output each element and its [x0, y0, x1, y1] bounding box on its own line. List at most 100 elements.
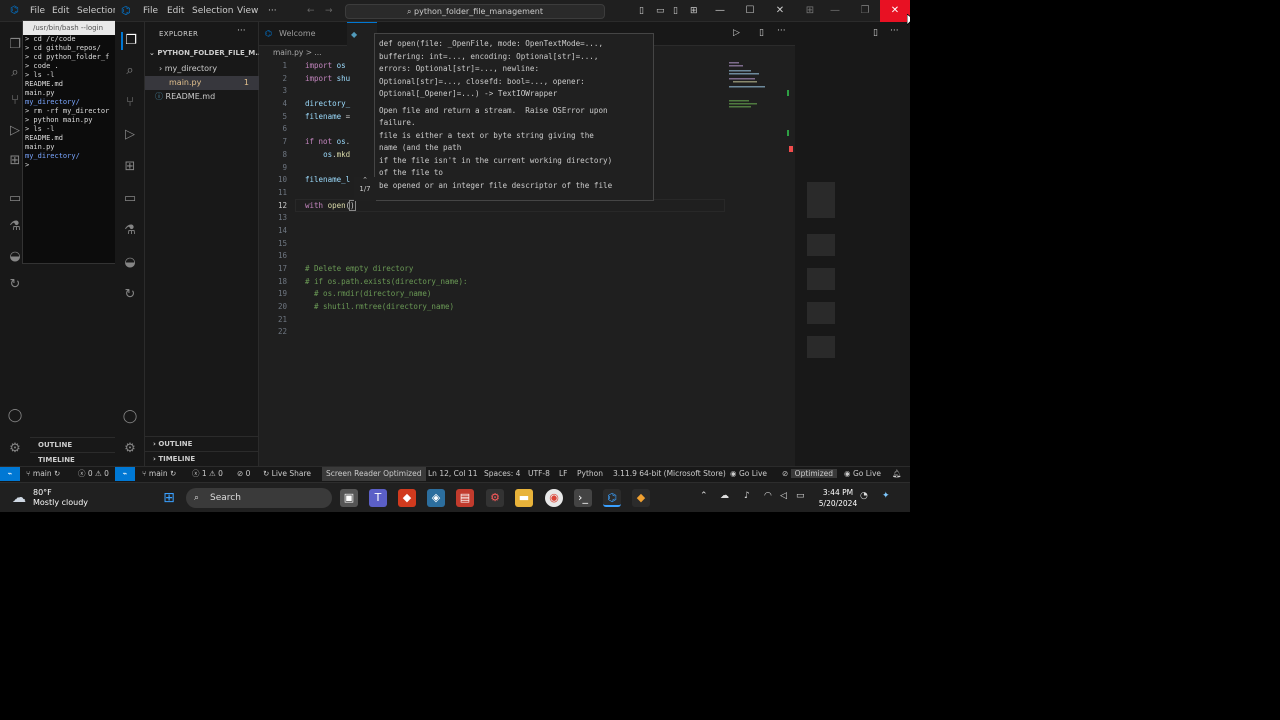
- command-center-search[interactable]: ⌕ python_folder_file_management: [345, 4, 605, 19]
- bg-screen-reader-mode[interactable]: ⊘ Optimized: [782, 467, 838, 481]
- line-number: 8: [282, 149, 287, 159]
- app-icon[interactable]: ◈: [427, 489, 445, 507]
- chrome-icon[interactable]: ◉: [545, 489, 563, 507]
- bg-minimize-icon[interactable]: —: [820, 0, 850, 22]
- live-share-icon[interactable]: ↻: [121, 286, 139, 304]
- bg-more-actions-icon[interactable]: ···: [890, 26, 899, 36]
- file-explorer-icon[interactable]: ▬: [515, 489, 533, 507]
- weather-widget[interactable]: ☁ 80°F Mostly cloudy: [12, 486, 112, 510]
- indentation[interactable]: Spaces: 4: [484, 467, 520, 481]
- go-live-button[interactable]: ◉ Go Live: [730, 467, 767, 481]
- copilot-icon[interactable]: ✦: [882, 491, 890, 501]
- volume-icon[interactable]: ◁: [780, 491, 787, 501]
- language-mode[interactable]: Python: [577, 467, 603, 481]
- account-icon[interactable]: ◯: [121, 408, 139, 426]
- settings-gear-icon[interactable]: ⚙: [6, 440, 24, 458]
- terminal-app-icon[interactable]: ›_: [574, 489, 592, 507]
- project-folder-header[interactable]: ⌄ PYTHON_FOLDER_FILE_M...: [145, 46, 259, 60]
- python-interpreter[interactable]: 3.11.9 64-bit (Microsoft Store): [613, 467, 726, 481]
- testing-icon[interactable]: ⚗: [121, 222, 139, 240]
- file-encoding[interactable]: UTF-8: [528, 467, 550, 481]
- bg-menu-edit[interactable]: Edit: [52, 0, 69, 22]
- taskbar-search[interactable]: ⌕ Search: [186, 488, 332, 508]
- tree-folder-my-directory[interactable]: › my_directory: [145, 62, 259, 76]
- live-share-button[interactable]: ↻ Live Share: [263, 467, 311, 481]
- wifi-icon[interactable]: ◠: [764, 491, 772, 501]
- more-actions-icon[interactable]: ···: [237, 26, 246, 36]
- screen-reader-mode[interactable]: Screen Reader Optimized: [322, 467, 426, 481]
- bg-close-button[interactable]: ✕: [880, 0, 910, 22]
- menu-selection[interactable]: Selection: [192, 0, 233, 22]
- run-debug-icon[interactable]: ▷: [121, 126, 139, 144]
- docker-icon[interactable]: ◒: [121, 254, 139, 272]
- toggle-primary-sidebar-icon[interactable]: ▯: [639, 0, 644, 22]
- menu-file[interactable]: File: [143, 0, 158, 22]
- run-python-icon[interactable]: ▷: [733, 28, 740, 38]
- menu-edit[interactable]: Edit: [167, 0, 184, 22]
- toggle-secondary-sidebar-icon[interactable]: ▯: [673, 0, 678, 22]
- minimap[interactable]: [725, 60, 791, 140]
- search-icon[interactable]: ⌕: [121, 62, 139, 80]
- terminal-line: README.md: [25, 134, 63, 142]
- bg-split-editor-icon[interactable]: ▯: [873, 28, 878, 38]
- customize-layout-icon[interactable]: ⊞: [690, 0, 698, 22]
- problems-indicator[interactable]: ⓧ 1 ⚠ 0: [192, 467, 223, 481]
- task-view-icon[interactable]: ▣: [340, 489, 358, 507]
- toggle-panel-icon[interactable]: ▭: [656, 0, 665, 22]
- error-scroll-marker: [789, 146, 793, 152]
- menu-more[interactable]: ···: [268, 0, 277, 22]
- tree-file-readme[interactable]: ⓘ README.md: [145, 90, 259, 104]
- remote-indicator-icon[interactable]: ⌁: [0, 467, 20, 481]
- minimize-icon[interactable]: —: [705, 0, 735, 22]
- split-editor-icon[interactable]: ▯: [759, 28, 764, 38]
- bg-menu-file[interactable]: File: [30, 0, 45, 22]
- tab-main-py[interactable]: ◆: [347, 22, 377, 46]
- brave-browser-icon[interactable]: ◆: [398, 489, 416, 507]
- more-actions-icon[interactable]: ···: [777, 26, 786, 36]
- microphone-icon[interactable]: ♪: [744, 491, 750, 501]
- settings-app-icon[interactable]: ⚙: [486, 489, 504, 507]
- start-windows-icon[interactable]: ⊞: [160, 489, 178, 507]
- remote-explorer-icon[interactable]: ▭: [121, 190, 139, 208]
- bg-restore-icon[interactable]: ❐: [850, 0, 880, 22]
- notifications-bell-icon[interactable]: 🔔︎: [892, 467, 902, 481]
- battery-icon[interactable]: ▭: [796, 491, 805, 501]
- teams-icon[interactable]: T: [369, 489, 387, 507]
- manage-gear-icon[interactable]: ⚙: [121, 440, 139, 458]
- breadcrumb[interactable]: main.py > ...: [273, 48, 322, 57]
- menu-view[interactable]: View: [237, 0, 258, 22]
- vscode-taskbar-icon[interactable]: ⌬: [603, 489, 621, 507]
- live-share-icon[interactable]: ↻: [6, 276, 24, 294]
- extensions-icon[interactable]: ⊞: [121, 158, 139, 176]
- account-icon[interactable]: ◯: [6, 407, 24, 425]
- taskbar-clock[interactable]: 3:44 PM 5/20/2024: [818, 487, 858, 509]
- terminal-window[interactable]: /usr/bin/bash --login > cd /c/code > cd g…: [22, 20, 116, 264]
- end-of-line[interactable]: LF: [559, 467, 568, 481]
- close-icon[interactable]: ✕: [765, 0, 795, 22]
- bg-branch-indicator[interactable]: ⑂ main ↻: [26, 467, 60, 481]
- bg-menu-selection[interactable]: Selection: [77, 0, 118, 22]
- cursor-position[interactable]: Ln 12, Col 11: [428, 467, 477, 481]
- bg-go-live-button[interactable]: ◉ Go Live: [844, 467, 881, 481]
- timeline-section[interactable]: › TIMELINE: [145, 451, 259, 465]
- tree-file-main-py[interactable]: main.py 1: [145, 76, 259, 90]
- outline-section[interactable]: › OUTLINE: [145, 436, 259, 450]
- back-arrow-icon[interactable]: ←: [307, 0, 315, 22]
- chevron-up-icon[interactable]: ⌃: [700, 491, 708, 501]
- remote-indicator-icon[interactable]: ⌁: [115, 467, 135, 481]
- network-app-icon[interactable]: ☁: [720, 491, 729, 501]
- overload-switcher[interactable]: ⌃ 1/7: [354, 177, 376, 201]
- terminal-line: > ls -l: [25, 71, 55, 79]
- git-app-icon[interactable]: ◆: [632, 489, 650, 507]
- ports-indicator[interactable]: ⊘ 0: [237, 467, 250, 481]
- explorer-icon[interactable]: ❐: [121, 32, 139, 50]
- document-app-icon[interactable]: ▤: [456, 489, 474, 507]
- forward-arrow-icon[interactable]: →: [325, 0, 333, 22]
- maximize-icon[interactable]: ☐: [735, 0, 765, 22]
- tab-welcome[interactable]: ⌬ Welcome: [259, 22, 347, 46]
- branch-indicator[interactable]: ⑂ main ↻: [142, 467, 176, 481]
- notification-icon[interactable]: ◔: [860, 491, 868, 501]
- bg-problems-indicator[interactable]: ⓧ 0 ⚠ 0: [78, 467, 109, 481]
- source-control-icon[interactable]: ⑂: [121, 94, 139, 112]
- signature-help-popup[interactable]: def open(file: _OpenFile, mode: OpenText…: [374, 33, 654, 201]
